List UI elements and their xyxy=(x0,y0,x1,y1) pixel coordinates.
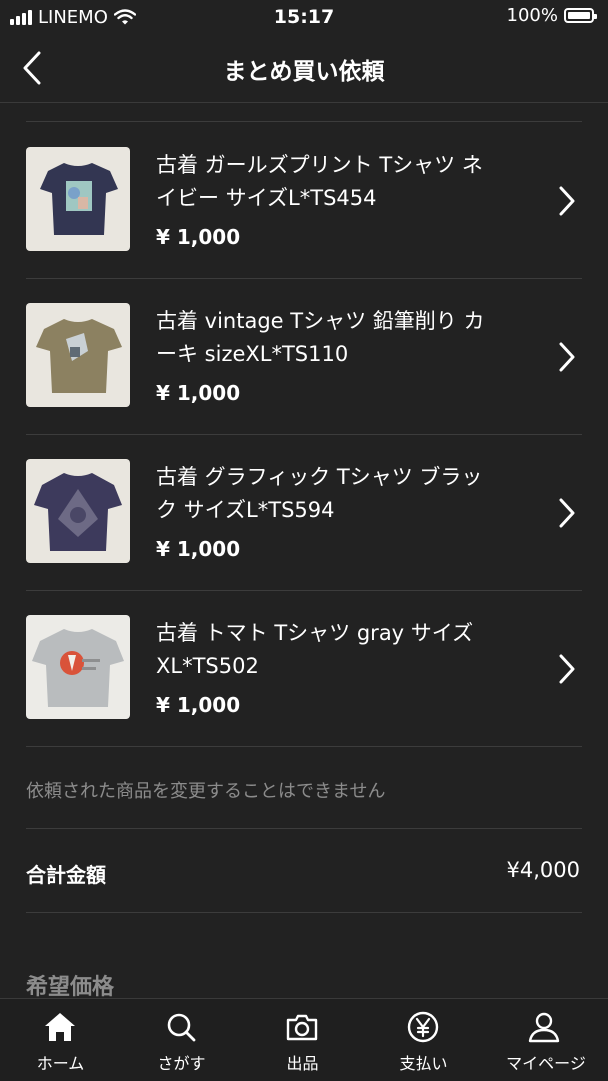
total-value: ¥4,000 xyxy=(506,858,580,882)
item-title-line: 古着 vintage Tシャツ 鉛筆削り カ xyxy=(156,309,485,333)
tab-label: 出品 xyxy=(286,1054,319,1073)
person-icon xyxy=(528,1012,560,1043)
tab-search[interactable]: さがす xyxy=(121,999,242,1081)
item-title: 古着 トマト Tシャツ gray サイズ XL*TS502 xyxy=(156,617,526,683)
tab-mypage[interactable]: マイページ xyxy=(484,999,608,1081)
product-thumbnail xyxy=(26,303,130,407)
item-title-line: イビー サイズL*TS454 xyxy=(156,186,377,210)
item-title-line: ーキ sizeXL*TS110 xyxy=(156,342,349,366)
tab-home[interactable]: ホーム xyxy=(0,999,121,1081)
item-price: ¥ 1,000 xyxy=(156,381,241,405)
total-label: 合計金額 xyxy=(26,863,106,887)
hope-price-label: 希望価格 xyxy=(26,975,115,998)
camera-icon xyxy=(286,1014,318,1041)
yen-icon xyxy=(407,1011,439,1043)
tab-bar: ホーム さがす 出品 支払い マイページ xyxy=(0,998,608,1081)
tab-sell[interactable]: 出品 xyxy=(242,999,363,1081)
content-area: 古着 ガールズプリント Tシャツ ネ イビー サイズL*TS454 ¥ 1,00… xyxy=(0,103,608,998)
item-title-line: 古着 ガールズプリント Tシャツ ネ xyxy=(156,153,483,177)
chevron-right-icon xyxy=(559,498,575,528)
item-title-line: 古着 グラフィック Tシャツ ブラッ xyxy=(156,465,483,489)
page-title: まとめ買い依頼 xyxy=(223,59,385,85)
divider xyxy=(26,912,582,913)
home-icon xyxy=(45,1013,75,1041)
divider xyxy=(26,828,582,829)
tab-label: ホーム xyxy=(36,1054,85,1073)
search-icon xyxy=(167,1013,196,1042)
chevron-right-icon xyxy=(559,342,575,372)
item-price: ¥ 1,000 xyxy=(156,225,241,249)
tab-label: さがす xyxy=(157,1054,206,1073)
product-thumbnail xyxy=(26,459,130,563)
tab-payment[interactable]: 支払い xyxy=(363,999,484,1081)
divider xyxy=(26,746,582,747)
chevron-right-icon xyxy=(559,654,575,684)
list-item[interactable]: 古着 vintage Tシャツ 鉛筆削り カ ーキ sizeXL*TS110 ¥… xyxy=(0,278,608,434)
product-thumbnail xyxy=(26,615,130,719)
item-title-line: 古着 トマト Tシャツ gray サイズ xyxy=(156,621,474,645)
chevron-right-icon xyxy=(559,186,575,216)
item-title: 古着 グラフィック Tシャツ ブラッ ク サイズL*TS594 xyxy=(156,461,526,527)
list-item[interactable]: 古着 トマト Tシャツ gray サイズ XL*TS502 ¥ 1,000 xyxy=(0,590,608,746)
tab-label: マイページ xyxy=(506,1054,586,1073)
item-price: ¥ 1,000 xyxy=(156,537,241,561)
product-thumbnail xyxy=(26,147,130,251)
item-title: 古着 vintage Tシャツ 鉛筆削り カ ーキ sizeXL*TS110 xyxy=(156,305,526,371)
status-bar: LINEMO 15:17 100% xyxy=(0,0,608,34)
battery-percent: 100% xyxy=(506,5,558,26)
list-item[interactable]: 古着 ガールズプリント Tシャツ ネ イビー サイズL*TS454 ¥ 1,00… xyxy=(0,122,608,278)
list-item[interactable]: 古着 グラフィック Tシャツ ブラッ ク サイズL*TS594 ¥ 1,000 xyxy=(0,434,608,590)
notice-text: 依頼された商品を変更することはできません xyxy=(26,781,386,802)
item-title-line: ク サイズL*TS594 xyxy=(156,498,335,522)
item-price: ¥ 1,000 xyxy=(156,693,241,717)
tab-label: 支払い xyxy=(399,1054,448,1073)
item-title-line: XL*TS502 xyxy=(156,654,259,678)
status-right: 100% xyxy=(506,5,597,26)
item-title: 古着 ガールズプリント Tシャツ ネ イビー サイズL*TS454 xyxy=(156,149,526,215)
nav-bar: まとめ買い依頼 xyxy=(0,34,608,103)
battery-icon xyxy=(564,8,597,23)
